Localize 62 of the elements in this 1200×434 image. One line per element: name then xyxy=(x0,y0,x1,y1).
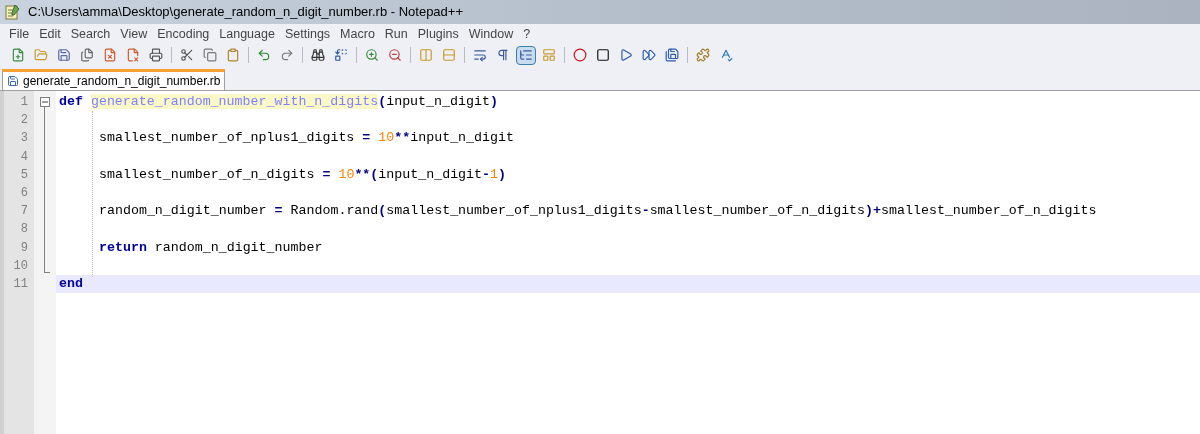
line-number: 10 xyxy=(12,257,29,275)
wrap-icon xyxy=(473,48,487,62)
rows-icon xyxy=(442,48,456,62)
files-icon xyxy=(80,48,94,62)
spellcheck-icon xyxy=(719,48,733,62)
play-icon xyxy=(619,48,633,62)
menu-item[interactable]: Plugins xyxy=(412,24,464,44)
line-number: 4 xyxy=(19,148,29,166)
puzzle-icon xyxy=(696,48,710,62)
line-number: 8 xyxy=(19,221,29,239)
record-icon xyxy=(573,48,587,62)
menu-item[interactable]: View xyxy=(115,24,153,44)
notepad-icon xyxy=(4,4,20,20)
menu-item[interactable]: Language xyxy=(214,24,280,44)
line-number: 3 xyxy=(19,130,29,148)
folder-icon xyxy=(34,48,48,62)
menu-item[interactable]: File xyxy=(4,24,35,44)
replace-icon xyxy=(334,48,348,62)
line-number: 1 xyxy=(19,94,29,111)
line-number: 9 xyxy=(19,239,29,257)
undo-icon xyxy=(257,48,271,62)
menu-item[interactable]: Encoding xyxy=(152,24,215,44)
line-number: 6 xyxy=(19,185,29,202)
fast-forward-icon xyxy=(642,48,656,62)
menu-item[interactable]: Macro xyxy=(335,24,380,44)
window-title: C:\Users\amma\Desktop\generate_random_n_digit_number.rb - Notepad++ xyxy=(28,3,464,22)
clipboard-icon xyxy=(226,48,240,62)
menu-item[interactable]: ? xyxy=(518,24,536,44)
code-line: return random_n_digit_number xyxy=(98,238,324,257)
printer-icon xyxy=(149,48,163,62)
new-file-icon xyxy=(11,48,25,62)
menu-item[interactable]: Window xyxy=(463,24,519,44)
menu-item[interactable]: Search xyxy=(65,24,116,44)
zoom-out-icon xyxy=(388,48,402,62)
file-close-icon xyxy=(103,48,117,62)
columns-icon xyxy=(419,48,433,62)
pilcrow-icon xyxy=(496,48,510,62)
code-line: smallest_number_of_n_digits = 10**(input_n_digit-1) xyxy=(98,165,507,184)
fold-marker-icon xyxy=(40,97,50,107)
save-macro-icon xyxy=(665,48,679,62)
line-number: 5 xyxy=(19,166,29,184)
line-number: 7 xyxy=(19,203,29,221)
binoculars-icon xyxy=(311,48,325,62)
menu-item[interactable]: Edit xyxy=(34,24,66,44)
menu-item[interactable]: Run xyxy=(379,24,413,44)
file-tab[interactable]: generate_random_n_digit_number.rb xyxy=(2,69,226,90)
redo-icon xyxy=(280,48,294,62)
stop-icon xyxy=(596,48,610,62)
panel-icon xyxy=(542,48,556,62)
code-line: random_n_digit_number = Random.rand(smallest_number_of_nplus1_digits-smallest_number_of_n_digits)+smallest_number_of_n_digits xyxy=(98,202,1098,221)
code-line: smallest_number_of_nplus1_digits = 10**input_n_digit xyxy=(98,129,515,148)
files-close-icon xyxy=(126,48,140,62)
line-number: 2 xyxy=(19,112,29,130)
save-icon xyxy=(57,48,71,62)
line-number: 11 xyxy=(12,276,29,294)
copy-icon xyxy=(203,48,217,62)
zoom-in-icon xyxy=(365,48,379,62)
indent-guide-icon xyxy=(519,48,533,62)
scissors-icon xyxy=(180,48,194,62)
menu-item[interactable]: Settings xyxy=(279,24,336,44)
save-icon xyxy=(7,75,19,87)
code-line: def generate_random_number_with_n_digits(input_n_digit) xyxy=(58,93,499,111)
